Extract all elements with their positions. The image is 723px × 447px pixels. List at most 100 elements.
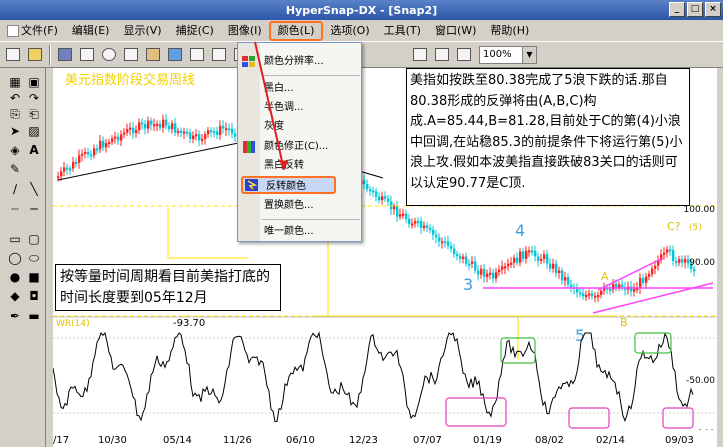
- zoom-out-icon[interactable]: [410, 45, 430, 65]
- candle-body: [381, 196, 384, 201]
- menu-item-color-correct[interactable]: 颜色修正(C)...: [238, 138, 361, 156]
- pencil-icon[interactable]: ✎: [6, 161, 24, 177]
- capture-icon[interactable]: [165, 45, 185, 65]
- menu-options[interactable]: 选项(O): [323, 21, 376, 41]
- redo-icon[interactable]: ↷: [25, 90, 43, 106]
- line-icon[interactable]: ╲: [25, 181, 43, 197]
- wave-label-3: 3: [463, 275, 473, 294]
- zoom-select[interactable]: 100% ▼: [479, 45, 537, 64]
- menu-help[interactable]: 帮助(H): [483, 21, 536, 41]
- candle-body: [141, 122, 144, 125]
- candle-body: [510, 262, 513, 265]
- bucket-icon[interactable]: ◈: [6, 142, 24, 158]
- menu-item-bw-invert[interactable]: 黑白反转: [238, 157, 361, 175]
- osc-box-magenta: [568, 407, 610, 429]
- close-button[interactable]: ×: [705, 2, 721, 17]
- cut-icon[interactable]: [99, 45, 119, 65]
- menu-item-replace-color[interactable]: 置换颜色...: [238, 197, 361, 215]
- filled-ellipse-icon[interactable]: ⬭: [25, 250, 43, 266]
- new-icon[interactable]: [3, 45, 23, 65]
- candle-body: [546, 254, 549, 264]
- menu-edit[interactable]: 编辑(E): [65, 21, 117, 41]
- x-axis-label: 12/23: [349, 435, 378, 446]
- print-icon[interactable]: [77, 45, 97, 65]
- candle-body: [672, 250, 675, 262]
- candle-body: [213, 131, 216, 134]
- rounded-rect-icon[interactable]: ▢: [25, 231, 43, 247]
- capture-window-icon[interactable]: ▣: [25, 74, 43, 90]
- filled-rect-icon[interactable]: ■: [25, 269, 43, 285]
- copy-tool-icon[interactable]: ⎘: [6, 106, 24, 122]
- line-style-icon[interactable]: ∕: [6, 181, 24, 197]
- paste-tool-icon[interactable]: ⎗: [25, 106, 43, 122]
- image-canvas[interactable]: 美元指数阶段交易周线 3 4 5 A B C? (5) 100.00 90.00 WR(14) -93…: [53, 68, 717, 447]
- candle-body: [651, 268, 654, 274]
- select-arrow-icon[interactable]: ➤: [6, 123, 24, 139]
- candle-body: [666, 249, 669, 253]
- candle-body: [174, 123, 177, 133]
- candle-body: [387, 198, 390, 202]
- color-correct-icon: [242, 141, 255, 153]
- axis-label-100: 100.00: [684, 205, 716, 215]
- candle-body: [156, 123, 159, 126]
- capture-area-icon[interactable]: ▦: [6, 74, 24, 90]
- brush-icon[interactable]: [209, 45, 229, 65]
- candle-body: [57, 176, 60, 179]
- menu-view[interactable]: 显示(V): [116, 21, 168, 41]
- stamp-icon[interactable]: ◘: [25, 288, 43, 304]
- ellipse-icon[interactable]: ◯: [6, 250, 24, 266]
- x-axis-label: 08/02: [535, 435, 564, 446]
- save-icon[interactable]: [55, 45, 75, 65]
- candle-body: [78, 155, 81, 163]
- fill-color-icon[interactable]: ◆: [6, 288, 24, 304]
- menu-file[interactable]: 文件(F): [0, 21, 65, 41]
- line-width-icon[interactable]: ─: [25, 201, 43, 217]
- undo-icon[interactable]: ↶: [6, 90, 24, 106]
- candle-body: [171, 123, 174, 130]
- candle-body: [453, 248, 456, 255]
- candle-body: [447, 241, 450, 246]
- pen-icon[interactable]: [187, 45, 207, 65]
- candle-body: [162, 119, 165, 128]
- paste-icon[interactable]: [143, 45, 163, 65]
- candle-body: [474, 261, 477, 271]
- rectangle-icon[interactable]: ▭: [6, 231, 24, 247]
- fit-icon[interactable]: [454, 45, 474, 65]
- menu-item-unique-colors[interactable]: 唯一颜色...: [238, 223, 361, 241]
- candle-body: [468, 263, 471, 266]
- candle-body: [465, 256, 468, 264]
- x-axis-label: 01/19: [473, 435, 502, 446]
- candle-body: [75, 161, 78, 164]
- menu-item-color-resolution[interactable]: 颜色分辨率...: [238, 53, 361, 71]
- candle-body: [81, 153, 84, 156]
- maximize-button[interactable]: □: [687, 2, 703, 17]
- menu-separator: [262, 75, 360, 76]
- filled-circle-icon[interactable]: ●: [6, 269, 24, 285]
- menu-color[interactable]: 颜色(L): [268, 20, 324, 41]
- copy-icon[interactable]: [121, 45, 141, 65]
- title-bar: HyperSnap-DX - [Snap2] _ □ ×: [0, 0, 723, 20]
- text-icon[interactable]: A: [25, 142, 43, 158]
- menu-item-grayscale[interactable]: 灰度: [238, 118, 361, 136]
- menu-capture[interactable]: 捕捉(C): [169, 21, 221, 41]
- menu-item-black-white[interactable]: 黑白...: [238, 80, 361, 98]
- menu-item-invert-colors[interactable]: 反转颜色: [241, 176, 336, 194]
- menu-window[interactable]: 窗口(W): [428, 21, 483, 41]
- dash-style-icon[interactable]: ┈: [6, 201, 24, 217]
- candle-body: [369, 189, 372, 192]
- pen-color-icon[interactable]: ✒: [6, 308, 24, 324]
- candle-body: [150, 120, 153, 125]
- zoom-in-icon[interactable]: [432, 45, 452, 65]
- region-select-icon[interactable]: ▨: [25, 123, 43, 139]
- candle-body: [456, 254, 459, 257]
- menu-image[interactable]: 图像(I): [221, 21, 269, 41]
- x-axis-label: 05/14: [163, 435, 192, 446]
- menu-tools[interactable]: 工具(T): [377, 21, 428, 41]
- minimize-button[interactable]: _: [669, 2, 685, 17]
- eraser-icon[interactable]: ▬: [25, 308, 43, 324]
- menu-item-halftone[interactable]: 半色调...: [238, 99, 361, 117]
- candle-body: [366, 183, 369, 190]
- candle-body: [411, 223, 414, 226]
- candle-body: [231, 128, 234, 134]
- open-icon[interactable]: [25, 45, 45, 65]
